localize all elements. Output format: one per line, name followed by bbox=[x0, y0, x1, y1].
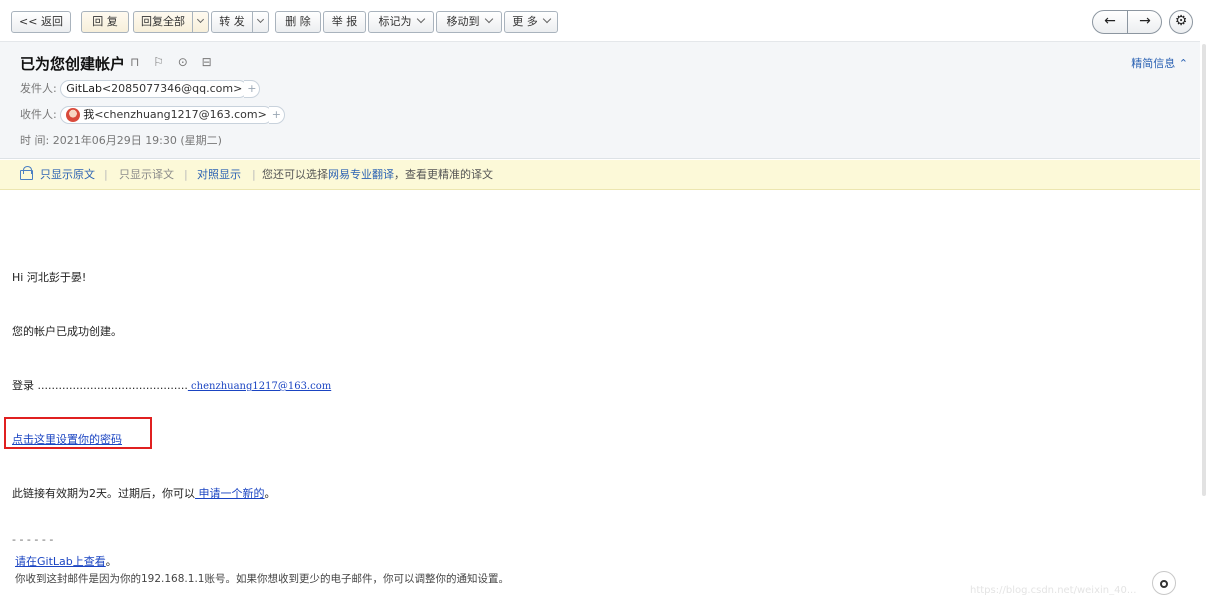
forward-label: 转 发 bbox=[219, 15, 245, 28]
add-contact-icon[interactable]: + bbox=[244, 80, 261, 98]
recipient-email: <chenzhuang1217@163.com> bbox=[94, 108, 267, 121]
view-suffix: 。 bbox=[105, 555, 117, 568]
hint-suffix: ，查看更精准的译文 bbox=[394, 168, 493, 181]
login-email-link[interactable]: chenzhuang1217@163.com bbox=[188, 381, 331, 392]
separator: | bbox=[252, 168, 256, 181]
back-button[interactable]: << 返回 bbox=[11, 11, 71, 33]
from-row: 发件人: GitLab<2085077346@qq.com> + bbox=[20, 79, 261, 99]
forward-dropdown-icon[interactable] bbox=[252, 12, 268, 32]
translate-bar: 只显示原文 | 只显示译文 | 对照显示 | 您还可以选择网易专业翻译，查看更精… bbox=[0, 160, 1200, 190]
mail-header: 已为您创建帐户 ⊓ ⚐ ⊙ ⊟ 精简信息 ⌃ 发件人: GitLab<20850… bbox=[0, 42, 1200, 159]
request-new-link[interactable]: 申请一个新的 bbox=[195, 487, 264, 500]
side-by-side-link[interactable]: 对照显示 bbox=[197, 160, 241, 190]
time-row: 时 间: 2021年06月29日 19:30 (星期二) bbox=[20, 131, 222, 151]
footer-note: 你收到这封邮件是因为你的192.168.1.1账号。如果你想收到更少的电子邮件，… bbox=[15, 573, 509, 585]
previous-mail-icon[interactable]: ← bbox=[1093, 11, 1127, 33]
time-value: 2021年06月29日 19:30 (星期二) bbox=[52, 134, 222, 147]
expiry-prefix: 此链接有效期为2天。过期后，你可以 bbox=[12, 487, 195, 500]
pro-translate-link[interactable]: 网易专业翻译 bbox=[328, 168, 394, 181]
reply-all-dropdown-icon[interactable] bbox=[192, 12, 208, 32]
set-password-label[interactable]: 点击这里设置你的密码 bbox=[12, 433, 122, 446]
watermark-text: https://blog.csdn.net/weixin_40... bbox=[970, 585, 1137, 595]
login-label: 登录 .....................................… bbox=[12, 379, 188, 392]
set-password-link[interactable]: 点击这里设置你的密码 bbox=[12, 431, 122, 447]
view-row: 请在GitLab上查看。 bbox=[15, 553, 117, 569]
account-created-text: 您的帐户已成功创建。 bbox=[12, 325, 122, 338]
recipient-name: 我 bbox=[83, 108, 95, 121]
chevron-down-icon bbox=[484, 14, 493, 24]
delete-button[interactable]: 删 除 bbox=[275, 11, 321, 33]
forward-button[interactable]: 转 发 bbox=[211, 11, 269, 33]
separator: | bbox=[104, 168, 108, 181]
mail-body: Hi 河北彭于晏! 您的帐户已成功创建。 登录 ................… bbox=[0, 191, 1200, 595]
report-button[interactable]: 举 报 bbox=[323, 11, 366, 33]
reply-all-button[interactable]: 回复全部 bbox=[133, 11, 209, 33]
mail-toolbar: << 返回 回 复 回复全部 转 发 删 除 举 报 标记为 移动到 更 多 ←… bbox=[0, 0, 1200, 42]
recipient-chip[interactable]: 我<chenzhuang1217@163.com> bbox=[60, 106, 273, 124]
mark-as-label: 标记为 bbox=[378, 15, 412, 28]
mail-subject: 已为您创建帐户 bbox=[20, 55, 126, 73]
translate-icon bbox=[20, 166, 33, 180]
reply-button[interactable]: 回 复 bbox=[81, 11, 129, 33]
chevron-down-icon bbox=[542, 14, 551, 24]
time-label: 时 间: bbox=[20, 134, 50, 147]
zoom-icon[interactable] bbox=[1152, 571, 1176, 595]
login-row: 登录 .....................................… bbox=[12, 377, 331, 393]
separator: | bbox=[184, 168, 188, 181]
show-original-link[interactable]: 只显示原文 bbox=[40, 160, 95, 190]
from-label: 发件人: bbox=[20, 82, 57, 95]
to-row: 收件人: 我<chenzhuang1217@163.com> + bbox=[20, 105, 285, 125]
more-button[interactable]: 更 多 bbox=[504, 11, 558, 33]
add-contact-icon[interactable]: + bbox=[268, 106, 285, 124]
reply-all-label: 回复全部 bbox=[141, 15, 185, 28]
brief-info-link[interactable]: 精简信息 ⌃ bbox=[1131, 55, 1188, 71]
footer-divider: - - - - - - bbox=[12, 533, 54, 546]
mark-as-button[interactable]: 标记为 bbox=[368, 11, 434, 33]
scrollbar-thumb[interactable] bbox=[1202, 44, 1206, 496]
next-mail-icon[interactable]: → bbox=[1128, 11, 1162, 33]
sender-email: <2085077346@qq.com> bbox=[101, 82, 243, 95]
sender-name: GitLab bbox=[66, 82, 102, 95]
view-on-gitlab-link[interactable]: 请在GitLab上查看 bbox=[15, 555, 106, 568]
expiry-row: 此链接有效期为2天。过期后，你可以 申请一个新的。 bbox=[12, 485, 276, 501]
sender-chip[interactable]: GitLab<2085077346@qq.com> bbox=[60, 80, 249, 98]
to-label: 收件人: bbox=[20, 108, 57, 121]
hint-prefix: 您还可以选择 bbox=[262, 168, 328, 181]
show-translation-link[interactable]: 只显示译文 bbox=[119, 160, 174, 190]
subject-action-icons[interactable]: ⊓ ⚐ ⊙ ⊟ bbox=[130, 55, 217, 69]
expiry-suffix: 。 bbox=[264, 487, 276, 500]
more-label: 更 多 bbox=[512, 15, 538, 28]
gear-icon[interactable]: ⚙ bbox=[1169, 10, 1193, 34]
chevron-down-icon bbox=[416, 14, 425, 24]
translate-hint: 您还可以选择网易专业翻译，查看更精准的译文 bbox=[262, 160, 493, 190]
greeting-text: Hi 河北彭于晏! bbox=[12, 271, 87, 284]
mail-navigation: ← → bbox=[1092, 10, 1162, 34]
avatar bbox=[66, 108, 81, 122]
move-to-label: 移动到 bbox=[446, 15, 480, 28]
move-to-button[interactable]: 移动到 bbox=[436, 11, 502, 33]
